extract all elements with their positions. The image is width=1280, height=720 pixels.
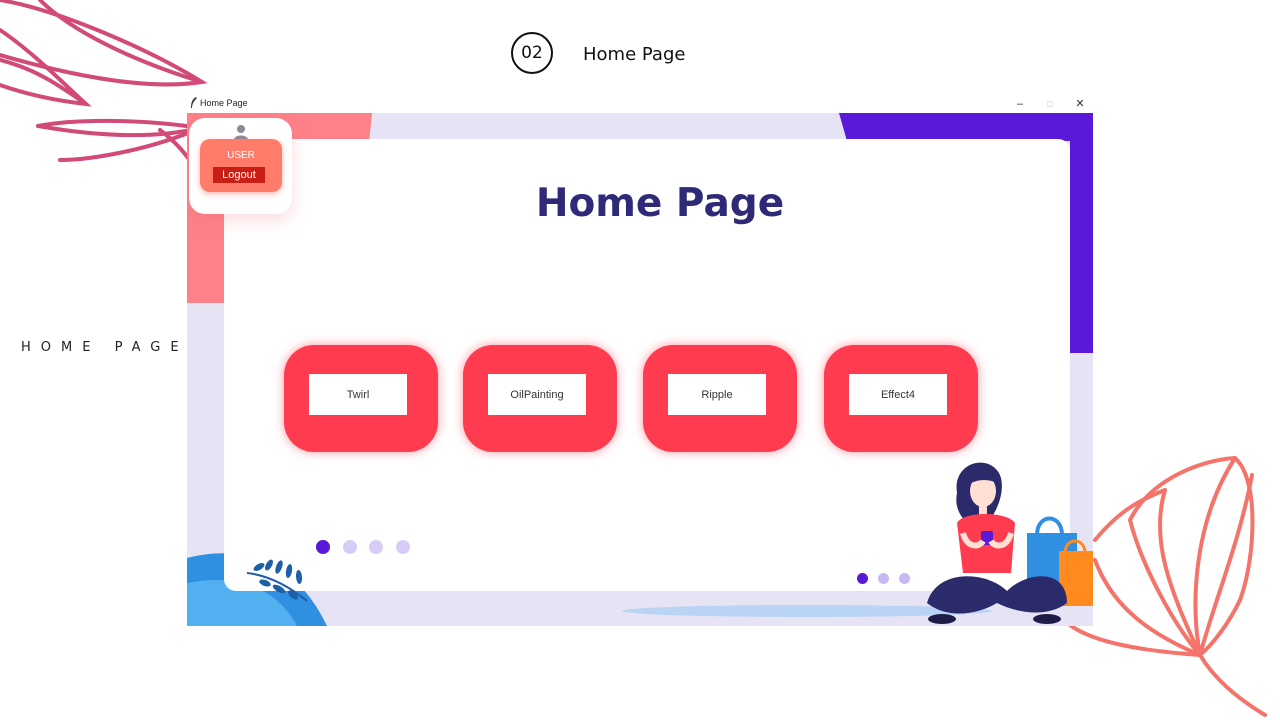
pager-dot bbox=[878, 573, 889, 584]
maximize-button[interactable]: □ bbox=[1035, 94, 1065, 113]
app-window: Home Page – □ ✕ Home Page USER Logout Tw… bbox=[187, 94, 1093, 626]
shopper-illustration bbox=[927, 462, 1093, 624]
user-label: USER bbox=[227, 150, 255, 161]
logout-button[interactable]: Logout bbox=[213, 167, 265, 183]
effect-card-effect4: Effect4 bbox=[824, 345, 978, 452]
pager-dot-active bbox=[316, 540, 330, 554]
ripple-button[interactable]: Ripple bbox=[668, 374, 766, 415]
pager-dot bbox=[343, 540, 357, 554]
oilpainting-button[interactable]: OilPainting bbox=[488, 374, 586, 415]
pager-dot-active bbox=[857, 573, 868, 584]
window-title: Home Page bbox=[200, 98, 248, 108]
slide-number-badge: 02 bbox=[511, 32, 553, 74]
effect-card-twirl: Twirl bbox=[284, 345, 438, 452]
user-panel: USER Logout bbox=[189, 118, 292, 214]
twirl-button[interactable]: Twirl bbox=[309, 374, 407, 415]
effect-card-oilpainting: OilPainting bbox=[463, 345, 617, 452]
user-badge: USER Logout bbox=[200, 139, 282, 192]
pager-dot bbox=[396, 540, 410, 554]
window-titlebar[interactable]: Home Page – □ ✕ bbox=[187, 94, 1093, 113]
app-content: Home Page USER Logout Twirl OilPainting … bbox=[187, 113, 1093, 626]
effect-card-ripple: Ripple bbox=[643, 345, 797, 452]
effect4-button[interactable]: Effect4 bbox=[849, 374, 947, 415]
side-label: HOME PAGE bbox=[21, 340, 189, 355]
pager-dot bbox=[899, 573, 910, 584]
feather-icon bbox=[191, 97, 197, 108]
leaf-icon bbox=[246, 559, 308, 602]
pager-dot bbox=[369, 540, 383, 554]
user-icon bbox=[234, 125, 248, 140]
page-heading: Home Page bbox=[535, 181, 785, 226]
slide-number: 02 bbox=[521, 43, 543, 63]
close-button[interactable]: ✕ bbox=[1065, 94, 1095, 113]
slide-title: Home Page bbox=[583, 44, 686, 65]
minimize-button[interactable]: – bbox=[1005, 94, 1035, 113]
